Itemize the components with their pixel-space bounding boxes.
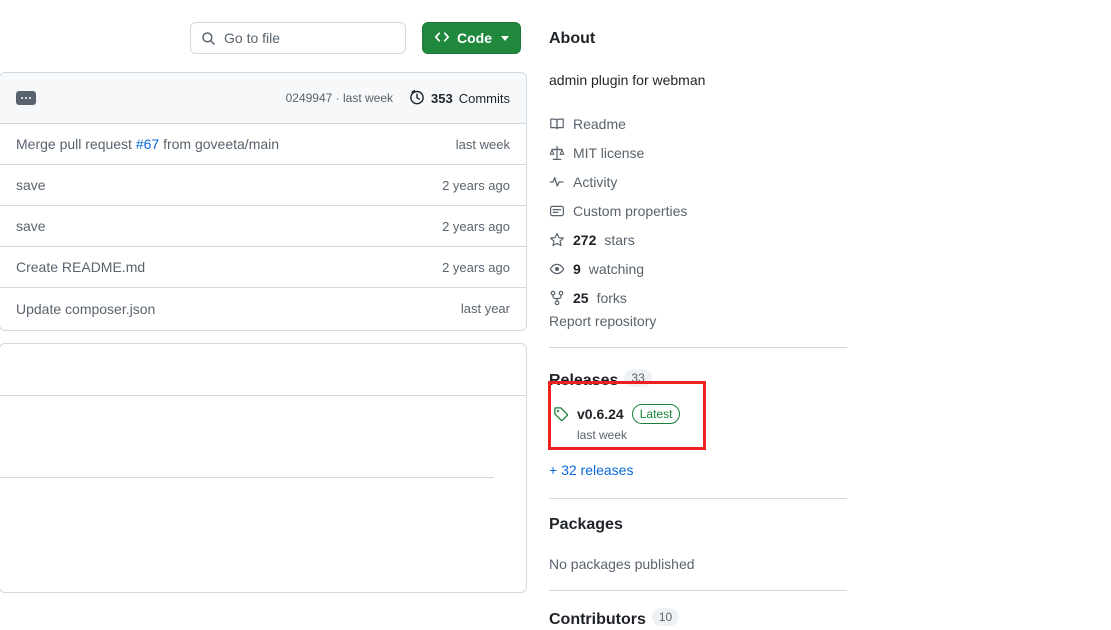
about-links-list: Readme MIT license Activity Custom prope… — [549, 109, 847, 312]
commit-row[interactable]: Create README.md 2 years ago — [0, 247, 526, 288]
commit-age: 2 years ago — [442, 218, 510, 234]
about-item-label: Readme — [573, 115, 626, 132]
sidebar-divider — [549, 590, 847, 591]
packages-empty-text: No packages published — [549, 556, 695, 572]
report-repository-link[interactable]: Report repository — [549, 313, 656, 329]
commit-row[interactable]: save 2 years ago — [0, 165, 526, 206]
readme-horizontal-rule — [0, 477, 494, 478]
about-item-readme[interactable]: Readme — [549, 109, 847, 138]
commits-label: Commits — [458, 90, 510, 106]
latest-badge: Latest — [631, 404, 681, 424]
eye-icon — [549, 261, 565, 277]
more-releases-link[interactable]: + 32 releases — [549, 462, 633, 478]
contributors-count-badge: 10 — [651, 608, 680, 626]
watching-label: watching — [588, 260, 645, 277]
repo-toolbar: Go to file Code — [0, 22, 527, 56]
pull-request-link[interactable]: #67 — [136, 136, 159, 152]
commit-age: 2 years ago — [442, 259, 510, 275]
search-icon — [201, 31, 216, 46]
release-version: v0.6.24 — [577, 406, 624, 422]
releases-count-badge: 33 — [624, 369, 652, 387]
commit-meta: 0249947 · last week 353 Commits — [286, 89, 510, 108]
latest-commit-hash-and-time[interactable]: 0249947 · last week — [286, 91, 393, 105]
commit-message: Create README.md — [16, 259, 146, 275]
commit-message: Merge pull request #67 from goveeta/main — [16, 136, 280, 152]
packages-heading: Packages — [549, 516, 623, 533]
code-button[interactable]: Code — [422, 22, 521, 54]
commit-message: save — [16, 218, 46, 234]
releases-heading-label: Releases — [549, 372, 619, 389]
about-stat-watching[interactable]: 9 watching — [549, 254, 847, 283]
latest-release-item[interactable]: v0.6.24 Latest last week — [553, 404, 813, 442]
commits-count: 353 — [431, 90, 453, 106]
law-scale-icon — [549, 145, 565, 161]
code-button-label: Code — [457, 30, 492, 46]
release-time: last week — [577, 428, 628, 442]
repository-main-column: Go to file Code 0249947 · last week 353 … — [0, 0, 527, 630]
code-brackets-icon — [434, 29, 450, 48]
commit-row[interactable]: Update composer.json last year — [0, 288, 526, 329]
about-stat-forks[interactable]: 25 forks — [549, 283, 847, 312]
contributors-heading: Contributors 10 — [549, 608, 680, 628]
about-heading: About — [549, 30, 596, 47]
about-item-license[interactable]: MIT license — [549, 138, 847, 167]
commit-age: last week — [455, 136, 510, 152]
fork-icon — [549, 290, 565, 306]
contributors-heading-label: Contributors — [549, 611, 646, 628]
latest-commit-header: 0249947 · last week 353 Commits — [0, 73, 526, 124]
about-stat-stars[interactable]: 272 stars — [549, 225, 847, 254]
about-item-label: MIT license — [573, 144, 645, 161]
tag-icon — [553, 406, 569, 422]
stars-count: 272 — [573, 231, 597, 248]
search-input[interactable]: Go to file — [190, 22, 406, 54]
forks-count: 25 — [573, 289, 589, 306]
sidebar-divider — [549, 347, 847, 348]
commit-row[interactable]: Merge pull request #67 from goveeta/main… — [0, 124, 526, 165]
avatar — [16, 91, 36, 105]
stars-label: stars — [604, 231, 635, 248]
book-icon — [549, 116, 565, 132]
pulse-icon — [549, 174, 565, 190]
about-description: admin plugin for webman — [549, 72, 706, 88]
forks-label: forks — [596, 289, 627, 306]
custom-properties-icon — [549, 203, 565, 219]
chevron-down-icon — [501, 35, 509, 41]
readme-content — [0, 396, 526, 592]
readme-header — [0, 344, 526, 396]
file-list-panel: 0249947 · last week 353 Commits Merge pu… — [0, 72, 527, 331]
commit-age: last year — [460, 301, 510, 316]
search-input-placeholder: Go to file — [224, 30, 281, 46]
about-item-label: Activity — [573, 173, 618, 190]
releases-heading: Releases 33 — [549, 369, 652, 389]
commits-count-link[interactable]: 353 Commits — [409, 89, 510, 108]
history-icon — [409, 89, 425, 108]
commit-row[interactable]: save 2 years ago — [0, 206, 526, 247]
about-item-label: Custom properties — [573, 202, 688, 219]
repository-sidebar: About admin plugin for webman Readme MIT… — [548, 0, 847, 630]
readme-panel — [0, 343, 527, 593]
commit-message: Update composer.json — [16, 300, 156, 317]
release-version-line: v0.6.24 Latest — [553, 404, 813, 424]
commit-message: save — [16, 177, 46, 193]
sidebar-divider — [549, 498, 847, 499]
star-icon — [549, 232, 565, 248]
watching-count: 9 — [573, 260, 581, 277]
about-item-custom-properties[interactable]: Custom properties — [549, 196, 847, 225]
commit-age: 2 years ago — [442, 177, 510, 193]
about-item-activity[interactable]: Activity — [549, 167, 847, 196]
